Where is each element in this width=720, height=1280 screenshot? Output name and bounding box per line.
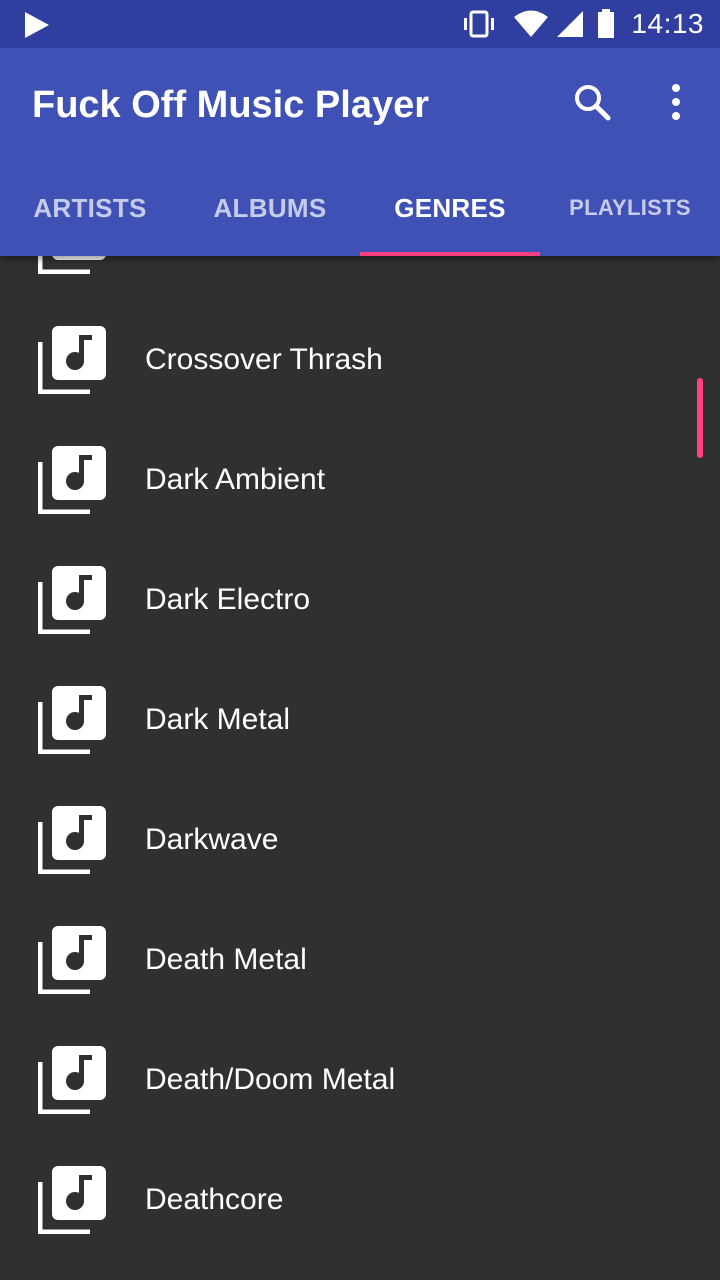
genre-name: Dark Ambient xyxy=(145,463,326,496)
tab-genres[interactable]: GENRES xyxy=(360,160,540,256)
library-music-icon xyxy=(38,1046,106,1114)
more-vert-icon xyxy=(672,84,680,120)
tab-playlists[interactable]: PLAYLISTS xyxy=(540,160,720,256)
library-music-icon xyxy=(38,566,106,634)
app-bar: Fuck Off Music Player ARTISTS ALBUMS GEN… xyxy=(0,48,720,256)
library-music-icon xyxy=(38,1166,106,1234)
overflow-menu-button[interactable] xyxy=(652,78,700,126)
list-item[interactable]: Death/Doom Metal xyxy=(0,1020,720,1140)
tab-albums[interactable]: ALBUMS xyxy=(180,160,360,256)
tab-genres-label: GENRES xyxy=(394,192,506,223)
tab-indicator xyxy=(360,252,540,256)
list-item[interactable]: Darkwave xyxy=(0,780,720,900)
genre-name: Darkwave xyxy=(145,823,279,856)
list-item[interactable]: Brutal Death Metal xyxy=(0,256,720,300)
genre-name: Dark Electro xyxy=(145,583,311,616)
genre-name: Brutal Death Metal xyxy=(145,256,393,300)
status-bar: 14:13 xyxy=(0,0,720,48)
play-icon xyxy=(25,12,49,38)
list-item[interactable]: Deathcore xyxy=(0,1140,720,1260)
genre-name: Death/Doom Metal xyxy=(145,1063,396,1096)
battery-icon xyxy=(598,9,615,38)
tab-artists[interactable]: ARTISTS xyxy=(0,160,180,256)
clock: 14:13 xyxy=(631,8,704,39)
library-music-icon xyxy=(38,326,106,394)
status-icons: 14:13 xyxy=(461,0,704,48)
library-music-icon xyxy=(38,926,106,994)
app-title: Fuck Off Music Player xyxy=(32,84,430,126)
list-item[interactable]: Dark Electro xyxy=(0,540,720,660)
vibrate-icon xyxy=(464,10,495,38)
signal-icon xyxy=(557,11,584,37)
scrollbar[interactable] xyxy=(697,378,703,458)
library-music-icon xyxy=(38,686,106,754)
search-icon xyxy=(575,85,611,121)
genre-name: Deathcore xyxy=(145,1183,284,1216)
list-item[interactable]: Death Metal xyxy=(0,900,720,1020)
library-music-icon xyxy=(38,806,106,874)
library-music-icon xyxy=(38,446,106,514)
library-music-icon xyxy=(38,256,106,274)
list-item[interactable]: Dark Metal xyxy=(0,660,720,780)
genre-list[interactable]: Brutal Death Metal Crossover Thrash Dark… xyxy=(0,256,720,1280)
genre-name: Crossover Thrash xyxy=(145,343,383,376)
search-button[interactable] xyxy=(568,78,616,126)
genre-name: Dark Metal xyxy=(145,703,291,736)
list-item[interactable]: Dark Ambient xyxy=(0,420,720,540)
genre-name: Death Metal xyxy=(145,943,307,976)
wifi-icon xyxy=(514,10,549,37)
list-item[interactable]: Crossover Thrash xyxy=(0,300,720,420)
tab-bar: ARTISTS ALBUMS GENRES PLAYLISTS xyxy=(0,160,720,256)
